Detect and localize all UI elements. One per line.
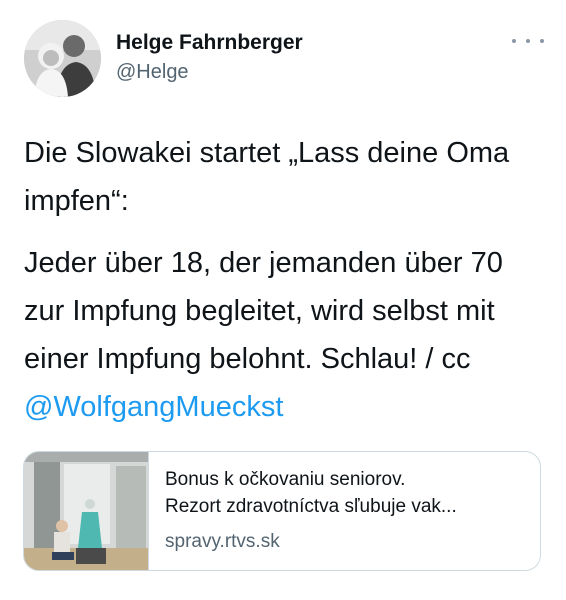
more-dots-icon[interactable] [512, 31, 544, 51]
author-name[interactable]: Helge Fahrnberger [116, 31, 303, 55]
tweet-paragraph-2: Jeder über 18, der jemanden über 70 zur … [24, 239, 544, 431]
link-card-title-line-2: Rezort zdravotníctva sľubuje vak... [165, 496, 457, 517]
mention-link[interactable]: @WolfgangMueckst [24, 391, 283, 423]
link-card[interactable]: Bonus k očkovaniu seniorov. Rezort zdrav… [23, 451, 541, 571]
author-handle[interactable]: @Helge [116, 61, 189, 84]
link-card-thumbnail [24, 452, 149, 570]
avatar-photo [24, 20, 101, 97]
avatar[interactable] [24, 20, 101, 97]
tweet: Helge Fahrnberger @Helge Die Slowakei st… [0, 0, 566, 600]
tweet-paragraph-2-text: Jeder über 18, der jemanden über 70 zur … [24, 247, 503, 375]
link-card-title-line-1: Bonus k očkovaniu seniorov. [165, 469, 406, 490]
thumbnail-image [24, 452, 148, 570]
tweet-text: Die Slowakei startet „Lass deine Oma imp… [24, 129, 544, 431]
link-card-domain: spravy.rtvs.sk [165, 531, 280, 552]
link-card-title: Bonus k očkovaniu seniorov. Rezort zdrav… [165, 466, 525, 520]
tweet-paragraph-1: Die Slowakei startet „Lass deine Oma imp… [24, 137, 510, 217]
